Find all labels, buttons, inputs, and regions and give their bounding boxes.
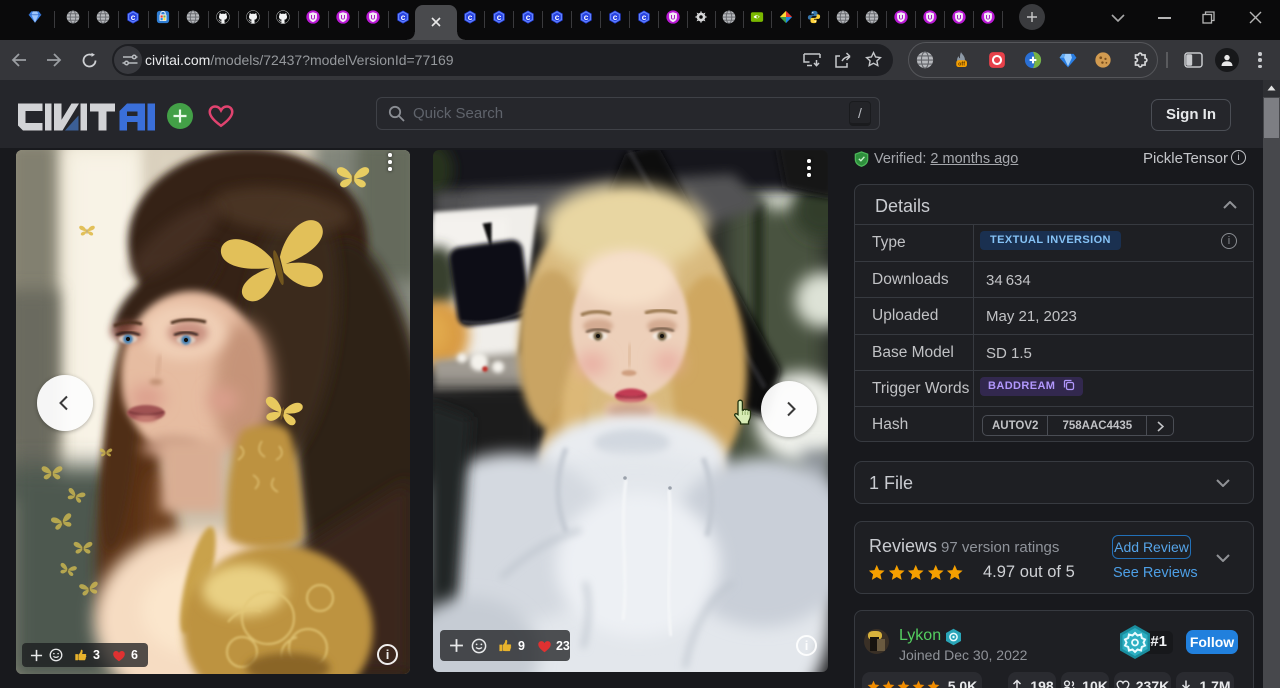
svg-text:U: U xyxy=(986,14,991,21)
svg-text:U: U xyxy=(899,14,904,21)
svg-text:U: U xyxy=(671,14,676,21)
svg-text:U: U xyxy=(371,14,376,21)
svg-text:U: U xyxy=(341,14,346,21)
svg-text:off: off xyxy=(958,62,965,68)
svg-text:c: c xyxy=(131,12,136,22)
svg-text:c: c xyxy=(642,12,647,22)
svg-text:U: U xyxy=(957,14,962,21)
svg-text:c: c xyxy=(468,12,473,22)
svg-text:U: U xyxy=(311,14,316,21)
svg-text:c: c xyxy=(584,12,589,22)
svg-text:U: U xyxy=(928,14,933,21)
svg-text:c: c xyxy=(555,12,560,22)
svg-text:c: c xyxy=(526,12,531,22)
svg-text:c: c xyxy=(613,12,618,22)
svg-text:c: c xyxy=(497,12,502,22)
svg-text:c: c xyxy=(401,12,406,22)
